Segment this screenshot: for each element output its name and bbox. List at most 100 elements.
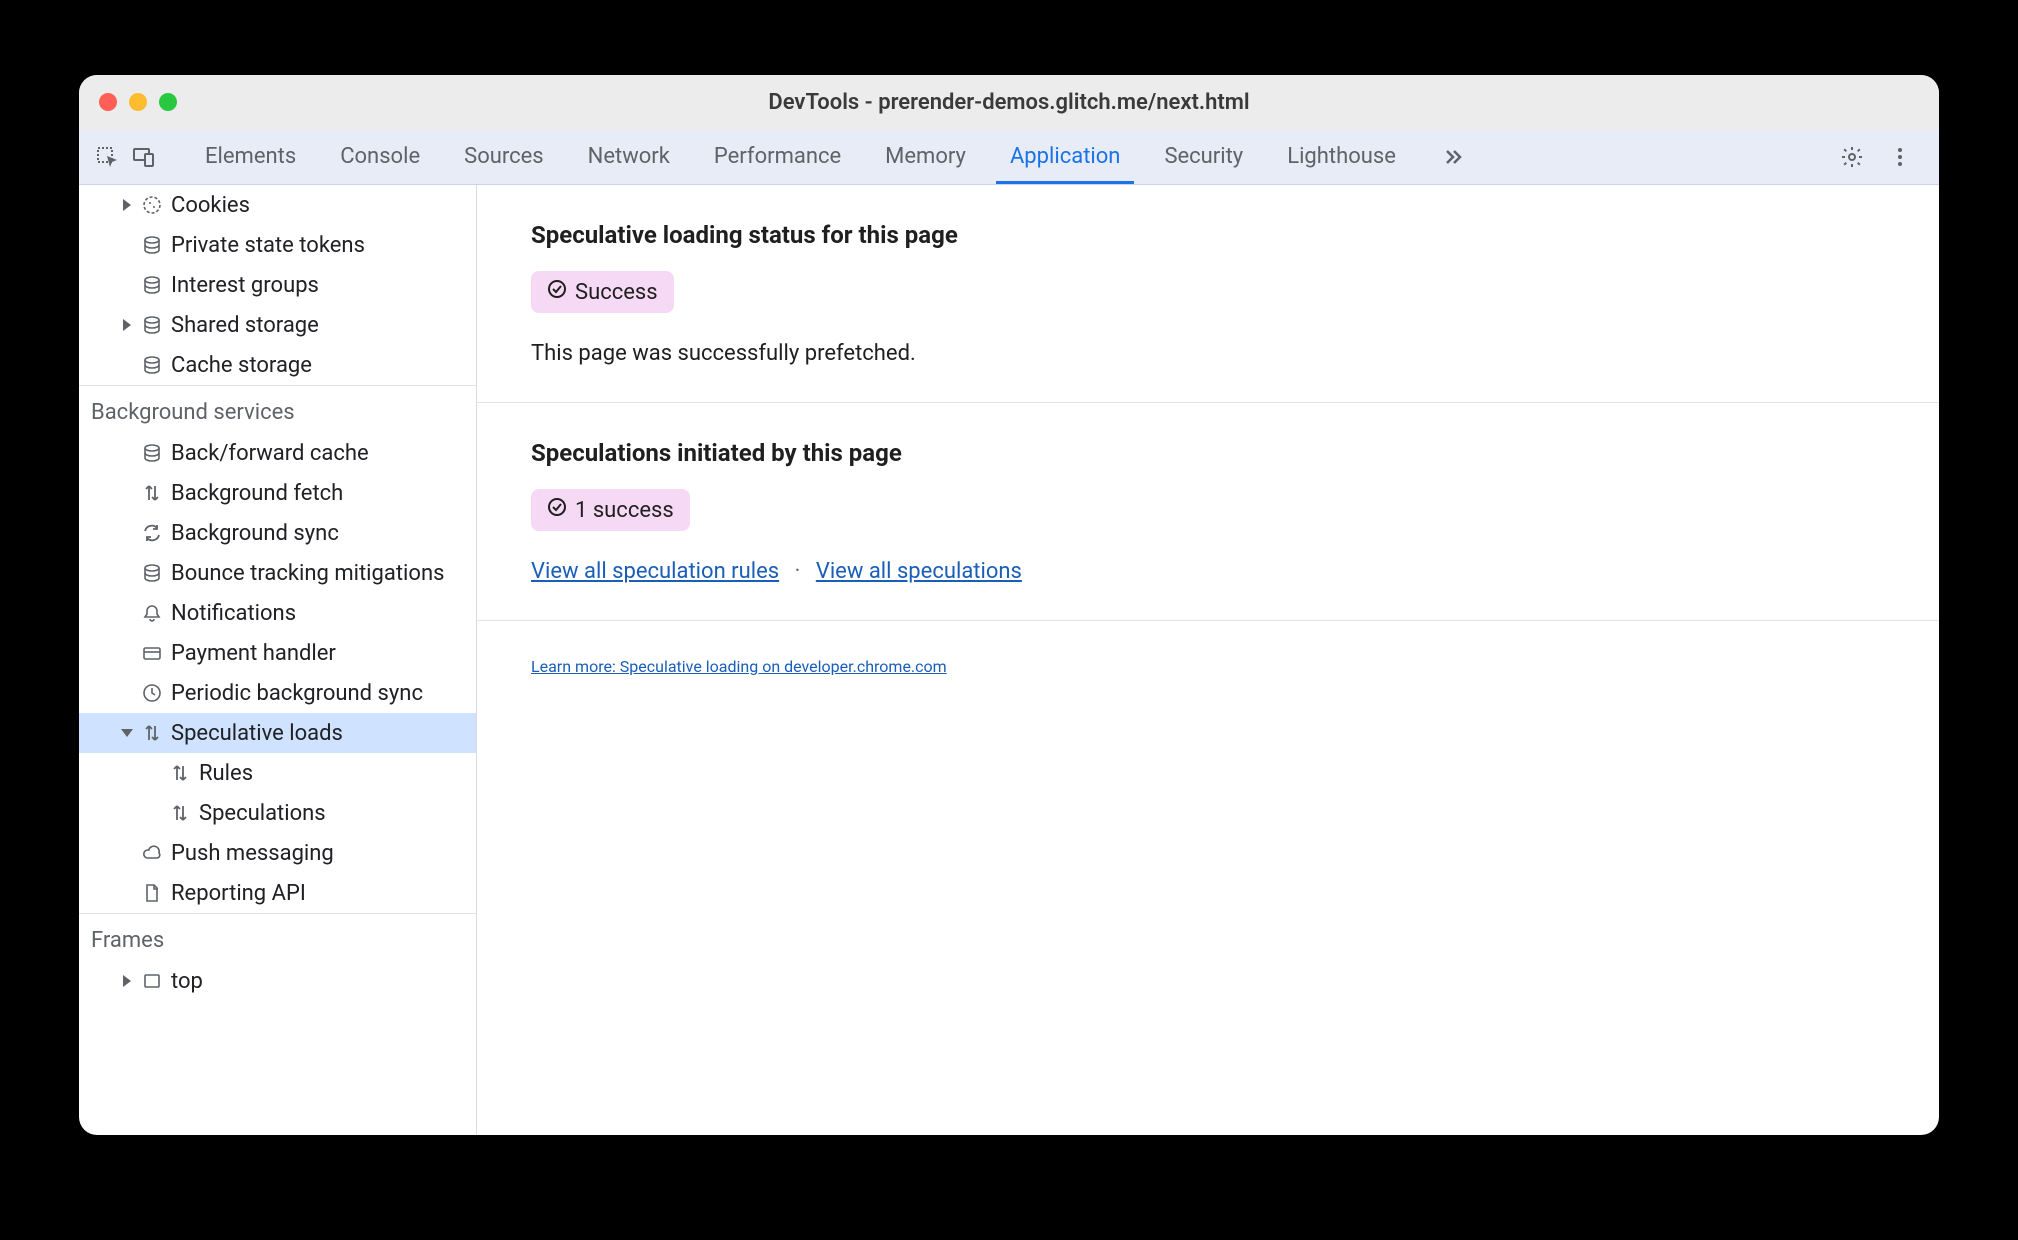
sidebar-item-top-frame[interactable]: top <box>79 961 476 1001</box>
cloud-icon <box>141 842 163 864</box>
sidebar-item-reporting[interactable]: Reporting API <box>79 873 476 913</box>
sidebar-item-private-tokens[interactable]: Private state tokens <box>79 225 476 265</box>
sidebar-item-label: Notifications <box>171 601 296 626</box>
sidebar-item-bounce[interactable]: Bounce tracking mitigations <box>79 553 476 593</box>
sidebar-item-speculative[interactable]: Speculative loads <box>79 713 476 753</box>
sidebar-item-bg-sync[interactable]: Background sync <box>79 513 476 553</box>
minimize-button[interactable] <box>129 93 147 111</box>
tab-security[interactable]: Security <box>1142 129 1265 184</box>
sidebar-item-periodic[interactable]: Periodic background sync <box>79 673 476 713</box>
tab-console[interactable]: Console <box>318 129 442 184</box>
sidebar-item-notifications[interactable]: Notifications <box>79 593 476 633</box>
tab-application[interactable]: Application <box>988 129 1142 184</box>
sidebar-item-label: Push messaging <box>171 841 334 866</box>
tab-memory[interactable]: Memory <box>863 129 988 184</box>
tab-elements[interactable]: Elements <box>183 129 318 184</box>
status-description: This page was successfully prefetched. <box>531 341 1885 366</box>
initiated-title: Speculations initiated by this page <box>531 439 1885 467</box>
initiated-section: Speculations initiated by this page 1 su… <box>477 403 1939 621</box>
learn-more-section: Learn more: Speculative loading on devel… <box>477 621 1939 712</box>
sidebar-item-cookies[interactable]: Cookies <box>79 185 476 225</box>
inspect-element-icon[interactable] <box>93 142 123 172</box>
tab-sources[interactable]: Sources <box>442 129 566 184</box>
devtools-window: DevTools - prerender-demos.glitch.me/nex… <box>79 75 1939 1135</box>
sidebar-header-frames: Frames <box>79 913 476 961</box>
arrows-updown-icon <box>141 722 163 744</box>
sidebar-item-bg-fetch[interactable]: Background fetch <box>79 473 476 513</box>
sidebar-item-label: Interest groups <box>171 273 319 298</box>
cookie-icon <box>141 194 163 216</box>
speculative-loads-panel: Speculative loading status for this page… <box>477 185 1939 1135</box>
initiated-links: View all speculation rules · View all sp… <box>531 559 1885 584</box>
zoom-button[interactable] <box>159 93 177 111</box>
check-circle-icon <box>547 279 567 305</box>
sidebar-item-payment[interactable]: Payment handler <box>79 633 476 673</box>
sidebar-item-label: Reporting API <box>171 881 306 906</box>
panel-tabs: Elements Console Sources Network Perform… <box>183 129 1831 184</box>
toolbar-right <box>1837 142 1925 172</box>
status-title: Speculative loading status for this page <box>531 221 1885 249</box>
sidebar-item-label: Bounce tracking mitigations <box>171 561 444 586</box>
titlebar: DevTools - prerender-demos.glitch.me/nex… <box>79 75 1939 129</box>
sidebar-item-label: Background fetch <box>171 481 343 506</box>
frame-icon <box>141 970 163 992</box>
sidebar-item-label: Shared storage <box>171 313 319 338</box>
sidebar-item-shared-storage[interactable]: Shared storage <box>79 305 476 345</box>
sidebar-item-label: Back/forward cache <box>171 441 369 466</box>
sidebar-item-label: top <box>171 969 203 994</box>
sidebar-item-label: Speculations <box>199 801 326 826</box>
database-icon <box>141 234 163 256</box>
clock-icon <box>141 682 163 704</box>
check-circle-icon <box>547 497 567 523</box>
view-speculations-link[interactable]: View all speculations <box>816 559 1022 584</box>
card-icon <box>141 642 163 664</box>
panel-body: Cookies Private state tokens Interest gr… <box>79 185 1939 1135</box>
bell-icon <box>141 602 163 624</box>
tab-network[interactable]: Network <box>566 129 692 184</box>
more-icon[interactable] <box>1885 142 1915 172</box>
sidebar-item-cache-storage[interactable]: Cache storage <box>79 345 476 385</box>
initiated-badge-label: 1 success <box>575 498 674 523</box>
database-icon <box>141 274 163 296</box>
devtools-toolbar: Elements Console Sources Network Perform… <box>79 129 1939 185</box>
arrows-updown-icon <box>141 482 163 504</box>
arrows-updown-icon <box>169 762 191 784</box>
arrows-updown-icon <box>169 802 191 824</box>
status-badge: Success <box>531 271 674 313</box>
database-icon <box>141 562 163 584</box>
sidebar-item-speculations[interactable]: Speculations <box>79 793 476 833</box>
status-badge-label: Success <box>575 280 658 305</box>
status-section: Speculative loading status for this page… <box>477 185 1939 403</box>
sidebar-item-label: Background sync <box>171 521 339 546</box>
sidebar-item-interest-groups[interactable]: Interest groups <box>79 265 476 305</box>
sidebar-header-background-services: Background services <box>79 385 476 433</box>
sidebar-item-label: Cache storage <box>171 353 312 378</box>
settings-icon[interactable] <box>1837 142 1867 172</box>
sidebar-item-rules[interactable]: Rules <box>79 753 476 793</box>
sidebar-item-bfcache[interactable]: Back/forward cache <box>79 433 476 473</box>
database-icon <box>141 442 163 464</box>
sidebar-item-label: Speculative loads <box>171 721 343 746</box>
sidebar-item-label: Cookies <box>171 193 250 218</box>
sync-icon <box>141 522 163 544</box>
tab-lighthouse[interactable]: Lighthouse <box>1265 129 1418 184</box>
tab-overflow-icon[interactable] <box>1418 129 1486 184</box>
view-rules-link[interactable]: View all speculation rules <box>531 559 779 584</box>
sidebar-item-push[interactable]: Push messaging <box>79 833 476 873</box>
sidebar-item-label: Periodic background sync <box>171 681 423 706</box>
tab-performance[interactable]: Performance <box>692 129 863 184</box>
database-icon <box>141 354 163 376</box>
close-button[interactable] <box>99 93 117 111</box>
traffic-lights <box>99 93 177 111</box>
sidebar-item-label: Rules <box>199 761 253 786</box>
sidebar-item-label: Private state tokens <box>171 233 365 258</box>
initiated-badge: 1 success <box>531 489 690 531</box>
window-title: DevTools - prerender-demos.glitch.me/nex… <box>99 90 1919 115</box>
database-icon <box>141 314 163 336</box>
learn-more-link[interactable]: Learn more: Speculative loading on devel… <box>531 657 947 676</box>
document-icon <box>141 882 163 904</box>
separator-dot: · <box>795 559 801 584</box>
application-sidebar: Cookies Private state tokens Interest gr… <box>79 185 477 1135</box>
device-toggle-icon[interactable] <box>129 142 159 172</box>
sidebar-item-label: Payment handler <box>171 641 336 666</box>
